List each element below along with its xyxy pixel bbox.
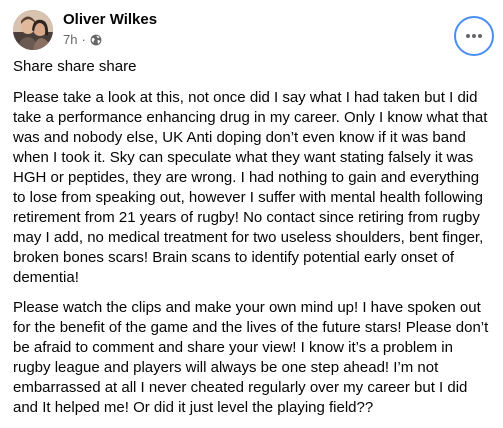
author-name[interactable]: Oliver Wilkes [63,11,157,28]
post-header: Oliver Wilkes 7h · [13,10,494,56]
facebook-post: Oliver Wilkes 7h · Share share share Ple… [0,0,503,422]
avatar[interactable] [13,10,53,50]
post-paragraph: Please watch the clips and make your own… [13,299,489,416]
more-options-button[interactable] [454,16,494,56]
post-meta: 7h · [63,32,102,47]
post-body: Share share share Please take a look at … [13,57,493,428]
meta-separator: · [81,32,86,47]
globe-icon[interactable] [90,34,102,46]
more-horizontal-icon [466,34,482,38]
post-time[interactable]: 7h [63,32,77,47]
post-paragraph: Share share share [13,58,137,75]
post-paragraph: Please take a look at this, not once did… [13,89,488,286]
avatar-photo-icon [13,10,53,50]
